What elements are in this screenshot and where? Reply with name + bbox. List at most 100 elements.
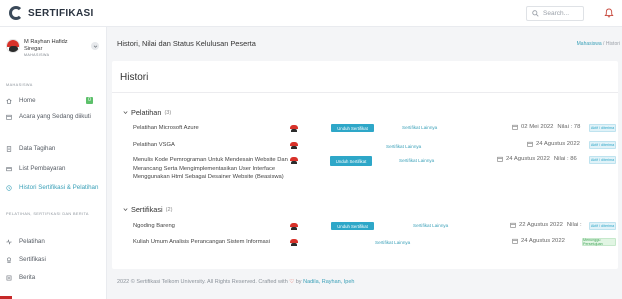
footer-authors-link[interactable]: Nadila, Rayhan, Ipeh [303, 279, 354, 285]
section-label-mahasiswa: MAHASISWA [6, 83, 33, 87]
score-value: Nilai : 78 [557, 124, 581, 130]
date-value: 24 Agustus 2022 [521, 238, 565, 244]
status-badge: Aktif / diterima [589, 156, 616, 164]
app-logo[interactable]: SERTIFIKASI [9, 6, 94, 20]
user-name: M Rayhan Hafidz Siregar [24, 39, 68, 52]
calendar-icon [512, 124, 518, 130]
breadcrumb: Mahasiswa / Histori [577, 41, 620, 47]
calendar-icon [510, 222, 516, 228]
search-input[interactable] [543, 10, 583, 17]
status-badge: Aktif / diterima [589, 222, 616, 230]
search-box[interactable] [526, 6, 584, 21]
history-card: Histori Pelatihan (3) Pelatihan Microsof… [112, 61, 618, 269]
sidebar-item-label: Histori Sertifikasi & Pelatihan [19, 184, 99, 191]
sidebar-item-label: Acara yang Sedang diikuti [19, 113, 91, 120]
sidebar-item-list-pembayaran[interactable]: List Pembayaran [0, 165, 107, 173]
calendar-icon [497, 156, 503, 162]
event-date: 24 Agustus 2022 Nilai : 86 [497, 156, 577, 162]
notification-badge: 0 [86, 97, 93, 104]
sidebar-item-acara[interactable]: Acara yang Sedang diikuti [0, 113, 107, 121]
breadcrumb-link-mahasiswa[interactable]: Mahasiswa [577, 41, 602, 47]
sidebar-item-sertifikasi[interactable]: Sertifikasi [0, 256, 107, 264]
event-name: Menulis Kode Pemrograman Untuk Mendesain… [133, 157, 288, 181]
event-date: 02 Mei 2022 Nilai : 78 [512, 124, 580, 130]
page-title: Histori, Nilai dan Status Kelulusan Pese… [117, 39, 256, 48]
history-icon [6, 185, 12, 191]
status-badge: Aktif / diterima [589, 124, 616, 132]
user-panel[interactable]: M Rayhan Hafidz Siregar MAHASISWA [6, 39, 101, 67]
pulse-icon [6, 239, 12, 245]
event-name: Ngoding Bareng [133, 223, 175, 229]
date-value: 24 Agustus 2022 [506, 156, 550, 162]
event-thumbnail [290, 142, 298, 149]
event-date: 22 Agustus 2022 Nilai : [510, 222, 582, 228]
event-date: 24 Agustus 2022 [527, 141, 580, 147]
event-thumbnail [290, 125, 298, 132]
event-name: Pelatihan Microsoft Azure [133, 125, 199, 131]
date-value: 02 Mei 2022 [521, 124, 554, 130]
event-thumbnail [290, 157, 298, 164]
sidebar-item-histori[interactable]: Histori Sertifikasi & Pelatihan [0, 184, 107, 192]
chevron-down-icon [123, 111, 128, 115]
sidebar-item-label: Home [19, 97, 36, 104]
other-certificates-link[interactable]: Sertifikat Lainnya [386, 144, 421, 149]
breadcrumb-separator: / [603, 41, 605, 47]
calendar-icon [6, 114, 12, 120]
sidebar-item-home[interactable]: Home 0 [0, 97, 107, 105]
sidebar-item-label: Pelatihan [19, 238, 45, 245]
chevron-down-icon [93, 45, 97, 48]
calendar-icon [512, 238, 518, 244]
status-badge: Menunggu Persetujuan [582, 238, 616, 246]
date-value: 24 Agustus 2022 [536, 141, 580, 147]
sidebar-item-label: List Pembayaran [19, 165, 66, 172]
card-title: Histori [120, 72, 149, 83]
top-bar: SERTIFIKASI [0, 0, 622, 27]
app-title: SERTIFIKASI [28, 7, 94, 19]
date-value: 22 Agustus 2022 [519, 222, 563, 228]
bell-icon[interactable] [604, 8, 614, 18]
other-certificates-link[interactable]: Sertifikat Lainnya [399, 158, 434, 163]
sidebar-item-label: Data Tagihan [19, 145, 56, 152]
download-certificate-button[interactable]: Unduh Sertifikat [331, 124, 374, 132]
user-role: MAHASISWA [24, 53, 50, 57]
other-certificates-link[interactable]: Sertifikat Lainnya [413, 223, 448, 228]
heart-icon: ♡ [289, 279, 295, 285]
event-thumbnail [290, 239, 298, 246]
avatar [6, 39, 20, 53]
card-icon [6, 167, 12, 172]
download-certificate-button[interactable]: Unduh Sertifikat [331, 222, 374, 230]
sidebar: M Rayhan Hafidz Siregar MAHASISWA MAHASI… [0, 27, 107, 299]
section-label-pelatihan: PELATIHAN, SERTIFIKASI DAN BERITA [6, 212, 89, 216]
user-menu-toggle[interactable] [91, 42, 99, 50]
other-certificates-link[interactable]: Sertifikat Lainnya [402, 125, 437, 130]
event-thumbnail [290, 223, 298, 230]
chevron-down-icon [123, 208, 128, 212]
group-label: Pelatihan [131, 108, 162, 117]
download-certificate-button[interactable]: Unduh Sertifikat [330, 156, 372, 166]
event-date: 24 Agustus 2022 [512, 238, 565, 244]
score-value: Nilai : [566, 222, 582, 228]
sidebar-item-berita[interactable]: Berita [0, 274, 107, 282]
news-icon [6, 275, 12, 281]
sidebar-item-data-tagihan[interactable]: Data Tagihan [0, 145, 107, 153]
sidebar-item-pelatihan[interactable]: Pelatihan [0, 238, 107, 246]
home-icon [6, 98, 12, 104]
group-label: Sertifikasi [131, 205, 163, 214]
group-sertifikasi-toggle[interactable]: Sertifikasi (2) [123, 205, 172, 214]
group-count: (3) [164, 109, 172, 116]
logo-icon [9, 6, 23, 20]
footer: 2022 © Sertifikasi Telkom University. Al… [117, 279, 354, 285]
divider [112, 92, 618, 93]
score-value: Nilai : 86 [553, 156, 577, 162]
status-badge: Aktif / diterima [589, 141, 616, 149]
search-icon [532, 10, 539, 17]
receipt-icon [6, 146, 12, 152]
group-count: (2) [165, 206, 173, 213]
certificate-icon [7, 257, 11, 263]
event-name: Pelatihan VSGA [133, 142, 175, 148]
group-pelatihan-toggle[interactable]: Pelatihan (3) [123, 108, 171, 117]
footer-text: 2022 © Sertifikasi Telkom University. Al… [117, 279, 288, 285]
breadcrumb-current: Histori [605, 41, 620, 47]
other-certificates-link[interactable]: Sertifikat Lainnya [375, 240, 410, 245]
footer-by: by [295, 279, 302, 285]
